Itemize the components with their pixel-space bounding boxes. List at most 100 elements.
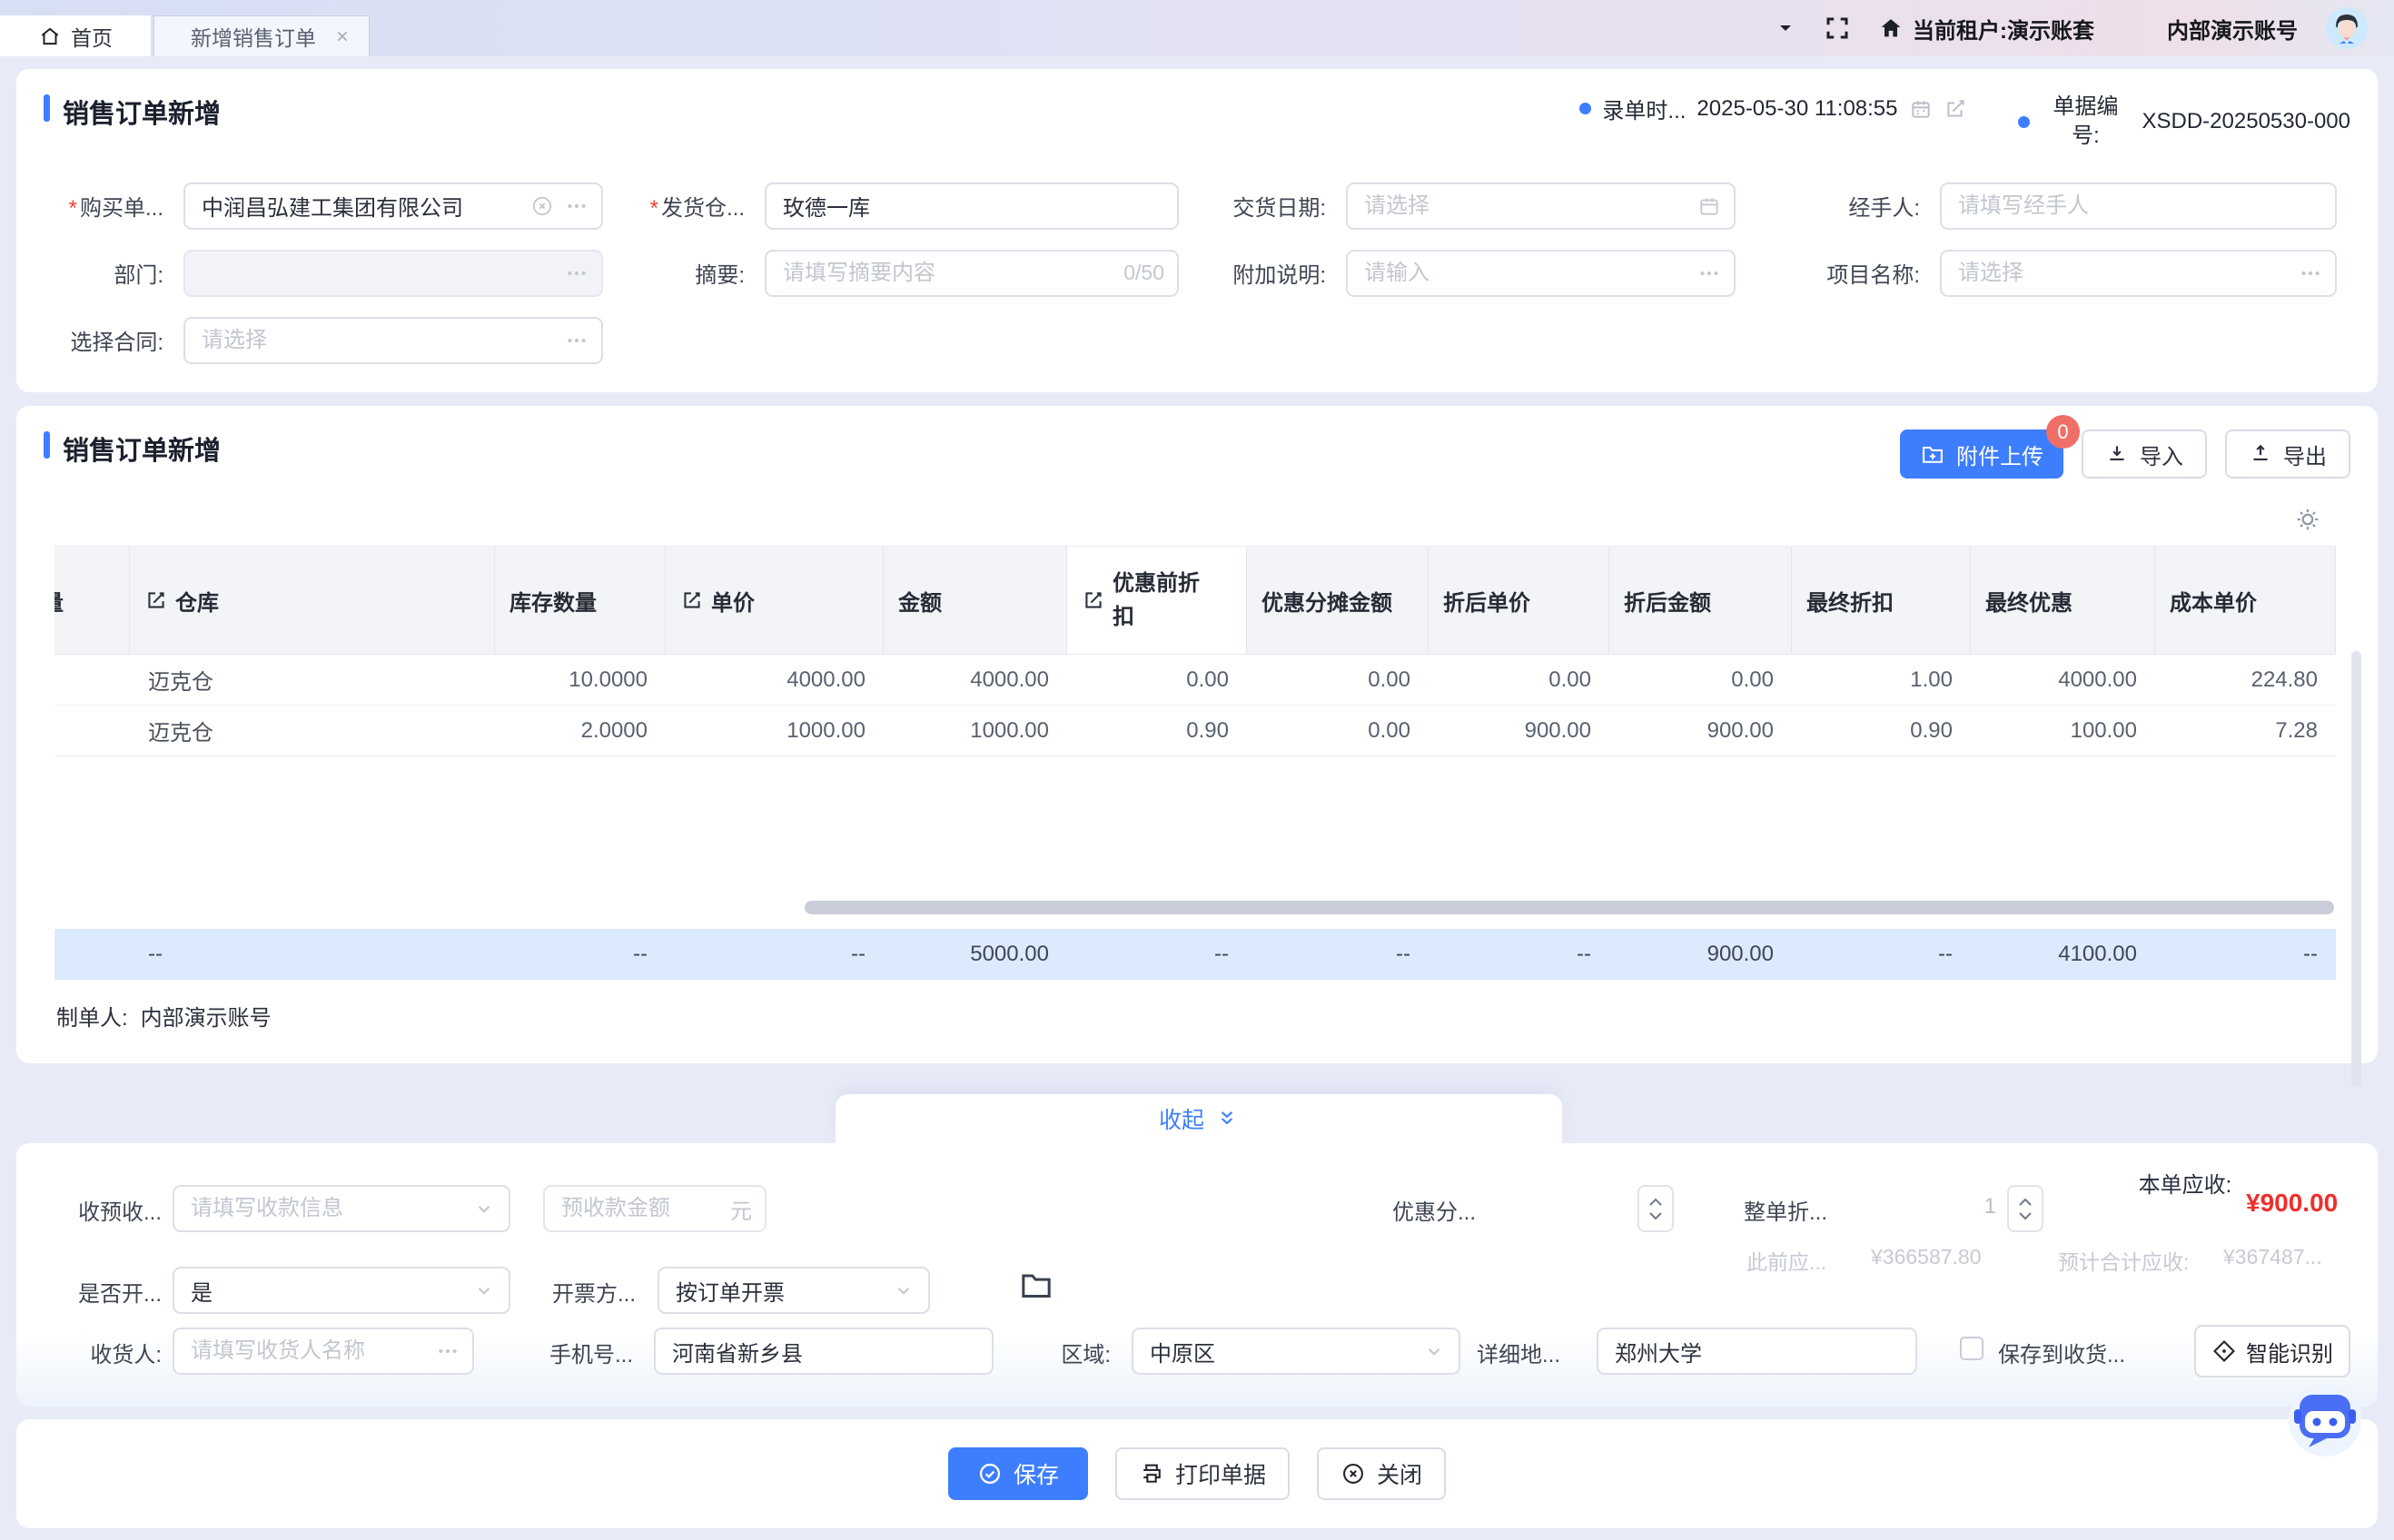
close-button[interactable]: 关闭 bbox=[1317, 1447, 1446, 1500]
invoice-method-field[interactable] bbox=[676, 1278, 892, 1303]
contract-input-field[interactable] bbox=[202, 328, 554, 353]
phone-input-field[interactable] bbox=[672, 1338, 979, 1364]
table-cell[interactable]: 0.00 bbox=[1429, 655, 1609, 706]
table-cell[interactable]: 1000.00 bbox=[666, 706, 884, 756]
folder-icon[interactable] bbox=[1018, 1267, 1054, 1303]
chevron-down-icon[interactable] bbox=[1775, 17, 1796, 39]
invoice-select[interactable] bbox=[173, 1267, 510, 1314]
table-cell[interactable]: 4000.00 bbox=[1971, 655, 2155, 706]
import-button[interactable]: 导入 bbox=[2082, 429, 2207, 479]
table-cell[interactable]: 1000.00 bbox=[884, 706, 1067, 756]
stepper-down-icon[interactable] bbox=[1648, 1211, 1663, 1220]
warehouse-input[interactable] bbox=[765, 183, 1179, 230]
warehouse-input-field[interactable] bbox=[783, 193, 1164, 219]
table-cell[interactable]: 224.80 bbox=[2155, 655, 2336, 706]
buyer-input-field[interactable] bbox=[202, 193, 519, 219]
close-icon[interactable] bbox=[332, 26, 352, 46]
clear-icon[interactable] bbox=[530, 194, 554, 218]
table-cell[interactable]: 4000.00 bbox=[884, 655, 1067, 706]
buyer-input[interactable] bbox=[183, 183, 603, 230]
table-cell[interactable]: 0.00 bbox=[1609, 655, 1792, 706]
extra-note-field[interactable] bbox=[1364, 261, 1687, 286]
chevron-down-icon[interactable] bbox=[892, 1278, 915, 1302]
stepper-up-icon[interactable] bbox=[1648, 1198, 1663, 1207]
collapse-toggle[interactable]: 收起 bbox=[836, 1094, 1562, 1143]
table-cell[interactable]: 100.00 bbox=[1971, 706, 2155, 756]
chevron-down-icon[interactable] bbox=[472, 1278, 496, 1302]
department-input[interactable] bbox=[183, 250, 603, 297]
more-icon[interactable] bbox=[1697, 262, 1721, 285]
invoice-method-select[interactable] bbox=[658, 1267, 930, 1314]
print-button[interactable]: 打印单据 bbox=[1115, 1447, 1290, 1500]
edit-icon[interactable] bbox=[1944, 97, 1967, 121]
more-icon[interactable] bbox=[565, 194, 589, 218]
save-to-address-checkbox[interactable] bbox=[1960, 1337, 1983, 1360]
fullscreen-icon[interactable] bbox=[1824, 15, 1851, 42]
gear-icon[interactable] bbox=[2294, 506, 2321, 533]
order-discount-value[interactable]: 1 bbox=[1924, 1194, 1996, 1219]
more-icon[interactable] bbox=[565, 262, 589, 285]
region-select-field[interactable] bbox=[1150, 1338, 1422, 1364]
smart-recognition-button[interactable]: 智能识别 bbox=[2194, 1325, 2350, 1377]
chevron-down-icon[interactable] bbox=[1422, 1339, 1446, 1363]
invoice-select-field[interactable] bbox=[191, 1278, 472, 1303]
table-cell[interactable] bbox=[54, 706, 130, 756]
calendar-icon[interactable] bbox=[1697, 194, 1721, 218]
table-cell[interactable] bbox=[54, 655, 130, 706]
table-cell[interactable]: 迈克仓 bbox=[130, 655, 495, 706]
project-input-field[interactable] bbox=[1958, 261, 2288, 286]
tab-order[interactable]: 新增销售订单 bbox=[153, 15, 370, 56]
table-cell[interactable]: 0.90 bbox=[1792, 706, 1971, 756]
delivery-date-field[interactable] bbox=[1364, 193, 1687, 219]
table-cell[interactable]: 0.00 bbox=[1247, 706, 1429, 756]
summary-input[interactable]: 0/50 bbox=[765, 250, 1179, 297]
extra-note-input[interactable] bbox=[1346, 250, 1736, 297]
handler-input-field[interactable] bbox=[1958, 193, 2322, 219]
avatar[interactable] bbox=[2325, 6, 2369, 50]
chat-assistant-icon[interactable] bbox=[2281, 1375, 2369, 1462]
address-input-field[interactable] bbox=[1615, 1338, 1903, 1364]
chevron-down-icon[interactable] bbox=[472, 1197, 496, 1220]
table-cell[interactable]: 900.00 bbox=[1429, 706, 1609, 756]
table-cell[interactable]: 4000.00 bbox=[666, 655, 884, 706]
table-cell[interactable]: 7.28 bbox=[2155, 706, 2336, 756]
prepay-amount-field[interactable] bbox=[561, 1196, 723, 1221]
prepay-select[interactable] bbox=[173, 1185, 510, 1232]
region-select[interactable] bbox=[1132, 1328, 1460, 1375]
table-cell[interactable]: 900.00 bbox=[1609, 706, 1792, 756]
account-name[interactable]: 内部演示账号 bbox=[2167, 13, 2298, 44]
table-cell[interactable]: 1.00 bbox=[1792, 655, 1971, 706]
table-cell[interactable]: 10.0000 bbox=[495, 655, 666, 706]
receiver-input-field[interactable] bbox=[191, 1338, 436, 1364]
prepay-amount-input[interactable]: 元 bbox=[543, 1185, 767, 1232]
attachment-upload-button[interactable]: 附件上传 0 bbox=[1900, 429, 2063, 479]
tab-home[interactable]: 首页 bbox=[0, 15, 151, 56]
discount-share-stepper[interactable] bbox=[1637, 1185, 1674, 1232]
save-button[interactable]: 保存 bbox=[948, 1447, 1088, 1500]
address-input[interactable] bbox=[1597, 1328, 1917, 1375]
table-cell[interactable]: 0.90 bbox=[1067, 706, 1247, 756]
table-cell[interactable]: 迈克仓 bbox=[130, 706, 495, 756]
delivery-date-input[interactable] bbox=[1346, 183, 1736, 230]
summary-input-field[interactable] bbox=[783, 261, 1116, 286]
table-cell[interactable]: 0.00 bbox=[1247, 655, 1429, 706]
table-cell[interactable]: 2.0000 bbox=[495, 706, 666, 756]
prepay-select-field[interactable] bbox=[191, 1196, 472, 1221]
order-discount-stepper[interactable] bbox=[2007, 1185, 2043, 1232]
export-button[interactable]: 导出 bbox=[2225, 429, 2350, 479]
more-icon[interactable] bbox=[2299, 262, 2322, 285]
vertical-scrollbar[interactable] bbox=[2351, 651, 2361, 1087]
handler-input[interactable] bbox=[1940, 183, 2337, 230]
project-input[interactable] bbox=[1940, 250, 2337, 297]
phone-input[interactable] bbox=[654, 1328, 994, 1375]
stepper-down-icon[interactable] bbox=[2018, 1211, 2033, 1220]
table-cell[interactable]: 0.00 bbox=[1067, 655, 1247, 706]
stepper-up-icon[interactable] bbox=[2018, 1198, 2033, 1207]
receiver-input[interactable] bbox=[173, 1328, 474, 1375]
tenant-info[interactable]: 当前租户:演示账套 bbox=[1878, 13, 2094, 44]
horizontal-scrollbar[interactable] bbox=[805, 901, 2334, 914]
more-icon[interactable] bbox=[565, 329, 589, 352]
more-icon[interactable] bbox=[436, 1339, 460, 1363]
calendar-icon[interactable] bbox=[1909, 97, 1933, 121]
contract-input[interactable] bbox=[183, 317, 603, 364]
